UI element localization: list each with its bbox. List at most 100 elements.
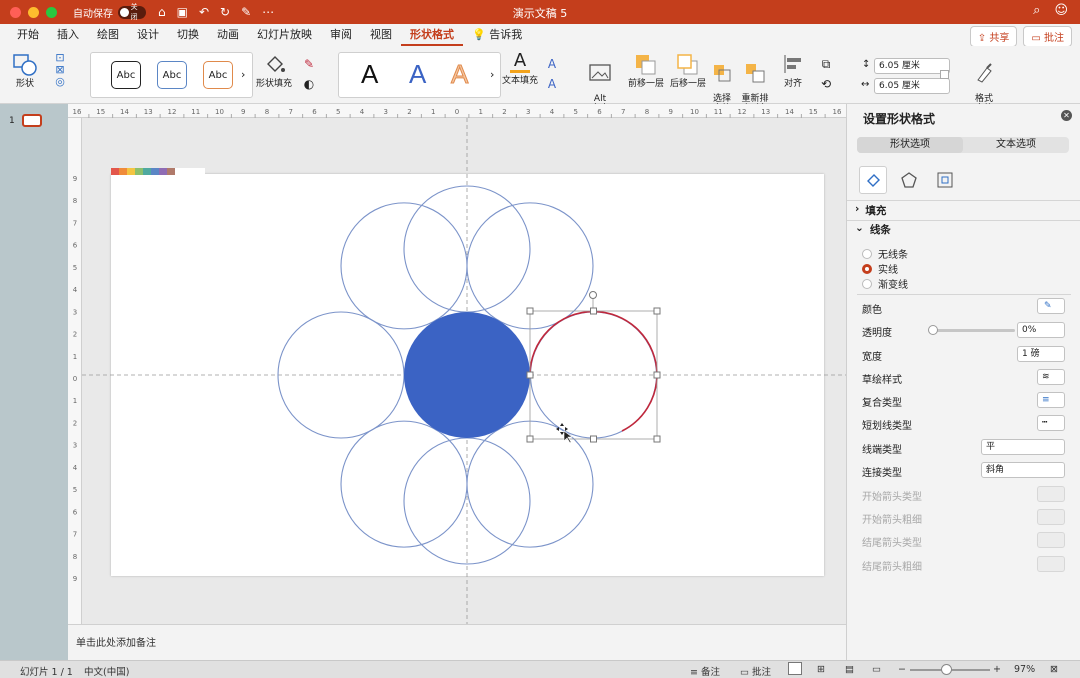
radio-no-line[interactable]: 无线条 (862, 246, 908, 261)
tab-shape-options[interactable]: 形状选项 (857, 137, 963, 153)
tab-7[interactable]: 审阅 (321, 24, 361, 46)
wordart-more-icon[interactable]: › (490, 68, 494, 81)
send-backward-button[interactable]: 后移一层 (668, 52, 708, 89)
shape-styles-more-icon[interactable]: › (241, 68, 245, 81)
normal-view-icon[interactable] (788, 662, 802, 675)
tab-3[interactable]: 设计 (128, 24, 168, 46)
text-outline-icon[interactable]: A (542, 54, 562, 74)
align-button[interactable]: 对齐 (776, 52, 810, 89)
effects-pentagon-icon[interactable] (895, 166, 923, 194)
resize-handle[interactable] (526, 371, 534, 379)
shape-fill-button[interactable]: 形状填充 (256, 52, 292, 89)
tab-5[interactable]: 动画 (208, 24, 248, 46)
more-icon[interactable]: ⋯ (262, 5, 274, 19)
bring-forward-button[interactable]: 前移一层 (626, 52, 666, 89)
slide-sorter-icon[interactable]: ⊞ (817, 664, 825, 675)
shape-outline-icon[interactable]: ✎ (296, 54, 322, 74)
home-icon[interactable]: ⌂ (158, 5, 166, 19)
wordart-style-1[interactable]: A (361, 59, 378, 90)
close-icon[interactable]: ✕ (1061, 110, 1072, 121)
wordart-style-3[interactable]: A (450, 59, 468, 90)
resize-handle[interactable] (653, 435, 661, 443)
resize-handle[interactable] (653, 307, 661, 315)
tab-9[interactable]: 形状格式 (401, 24, 463, 46)
width-input[interactable]: 6.05 厘米 (874, 78, 950, 94)
line-color-picker[interactable]: ✎ (1037, 298, 1065, 314)
height-input[interactable]: 6.05 厘米 (874, 58, 950, 74)
close-window-button[interactable] (10, 6, 21, 18)
line-width-input[interactable]: 1 磅 (1017, 346, 1065, 362)
resize-handle[interactable] (590, 435, 597, 443)
slide-thumbnail[interactable] (22, 114, 42, 127)
notes-toggle[interactable]: ≡ 备注 (690, 664, 720, 678)
text-fill-button[interactable]: A 文本填充 (502, 52, 538, 87)
tab-text-options[interactable]: 文本选项 (963, 137, 1069, 153)
share-button[interactable]: ⇪ 共享 (969, 26, 1018, 47)
resize-handle[interactable] (653, 371, 661, 379)
shape-style-1[interactable]: Abc (111, 61, 141, 89)
radio-gradient-line[interactable]: 渐变线 (862, 276, 908, 291)
redo-icon[interactable]: ↻ (220, 5, 230, 19)
tab-0[interactable]: 开始 (8, 24, 48, 46)
comments-toggle[interactable]: ▭ 批注 (740, 664, 771, 678)
size-properties-icon[interactable] (931, 166, 959, 194)
shape-styles-gallery: Abc Abc Abc (90, 52, 253, 98)
edit-icon[interactable]: ✎ (241, 5, 251, 19)
resize-handle[interactable] (526, 307, 534, 315)
fit-slide-icon[interactable]: ⊠ (1050, 664, 1058, 675)
ruler-tick-label: 4 (73, 286, 78, 294)
search-icon[interactable]: ⌕ (1033, 3, 1040, 18)
rotate-icon[interactable]: ⟲ (814, 74, 838, 94)
outline-circle[interactable] (340, 420, 468, 548)
compound-type-dropdown[interactable]: ≡ (1037, 392, 1065, 408)
tab-2[interactable]: 绘图 (88, 24, 128, 46)
undo-icon[interactable]: ↶ (199, 5, 209, 19)
transparency-slider[interactable] (928, 325, 1015, 335)
dash-type-dropdown[interactable]: ┅ (1037, 415, 1065, 431)
tab-6[interactable]: 幻灯片放映 (248, 24, 321, 46)
sketch-style-dropdown[interactable]: ≋ (1037, 369, 1065, 385)
transparency-input[interactable]: 0% (1017, 322, 1065, 338)
save-icon[interactable]: ▣ (177, 5, 188, 19)
cap-type-dropdown[interactable]: 平 (981, 439, 1065, 455)
resize-handle[interactable] (590, 307, 597, 315)
lock-aspect-icon[interactable] (940, 70, 949, 79)
fill-section[interactable]: › 填充 (855, 203, 886, 218)
shape-button[interactable]: 形状 (10, 52, 40, 89)
zoom-level[interactable]: 97% (1014, 664, 1035, 675)
text-effects-icon[interactable]: A (542, 74, 562, 94)
line-section[interactable]: ⌄ 线条 (855, 222, 891, 237)
tab-1[interactable]: 插入 (48, 24, 88, 46)
autosave-toggle[interactable]: 关闭 (118, 3, 146, 21)
wordart-style-2[interactable]: A (409, 59, 426, 90)
radio-solid-line[interactable]: 实线 (862, 261, 898, 276)
join-type-dropdown[interactable]: 斜角 (981, 462, 1065, 478)
rotate-handle[interactable] (589, 291, 597, 299)
shape-effects-icon[interactable]: ◐ (296, 74, 322, 94)
reading-view-icon[interactable]: ▤ (845, 664, 854, 675)
resize-handle[interactable] (526, 435, 534, 443)
shape-style-3[interactable]: Abc (203, 61, 233, 89)
zoom-out-icon[interactable]: − (898, 664, 906, 675)
slide-canvas[interactable] (82, 118, 846, 624)
zoom-window-button[interactable] (46, 6, 57, 18)
tab-4[interactable]: 切换 (168, 24, 208, 46)
comments-button[interactable]: ▭ 批注 (1023, 26, 1072, 47)
fill-line-icon[interactable] (859, 166, 887, 194)
account-icon[interactable]: ☺ (1054, 3, 1068, 18)
merge-shapes-icon[interactable]: ◎ (48, 76, 72, 88)
notes-area[interactable]: 单击此处添加备注 (68, 624, 846, 660)
transparency-slider-thumb[interactable] (928, 325, 938, 335)
shape-style-2[interactable]: Abc (157, 61, 187, 89)
tab-8[interactable]: 视图 (361, 24, 401, 46)
slideshow-icon[interactable]: ▭ (872, 664, 881, 675)
zoom-in-icon[interactable]: + (993, 664, 1001, 675)
tab-10[interactable]: 💡 告诉我 (463, 24, 531, 46)
outline-circle[interactable] (340, 202, 468, 330)
group-icon[interactable]: ⧉ (814, 54, 838, 74)
minimize-window-button[interactable] (28, 6, 39, 18)
language-indicator[interactable]: 中文(中国) (84, 664, 129, 678)
zoom-slider-thumb[interactable] (941, 664, 952, 675)
center-filled-circle[interactable] (404, 312, 530, 438)
selected-circle[interactable] (526, 291, 661, 443)
